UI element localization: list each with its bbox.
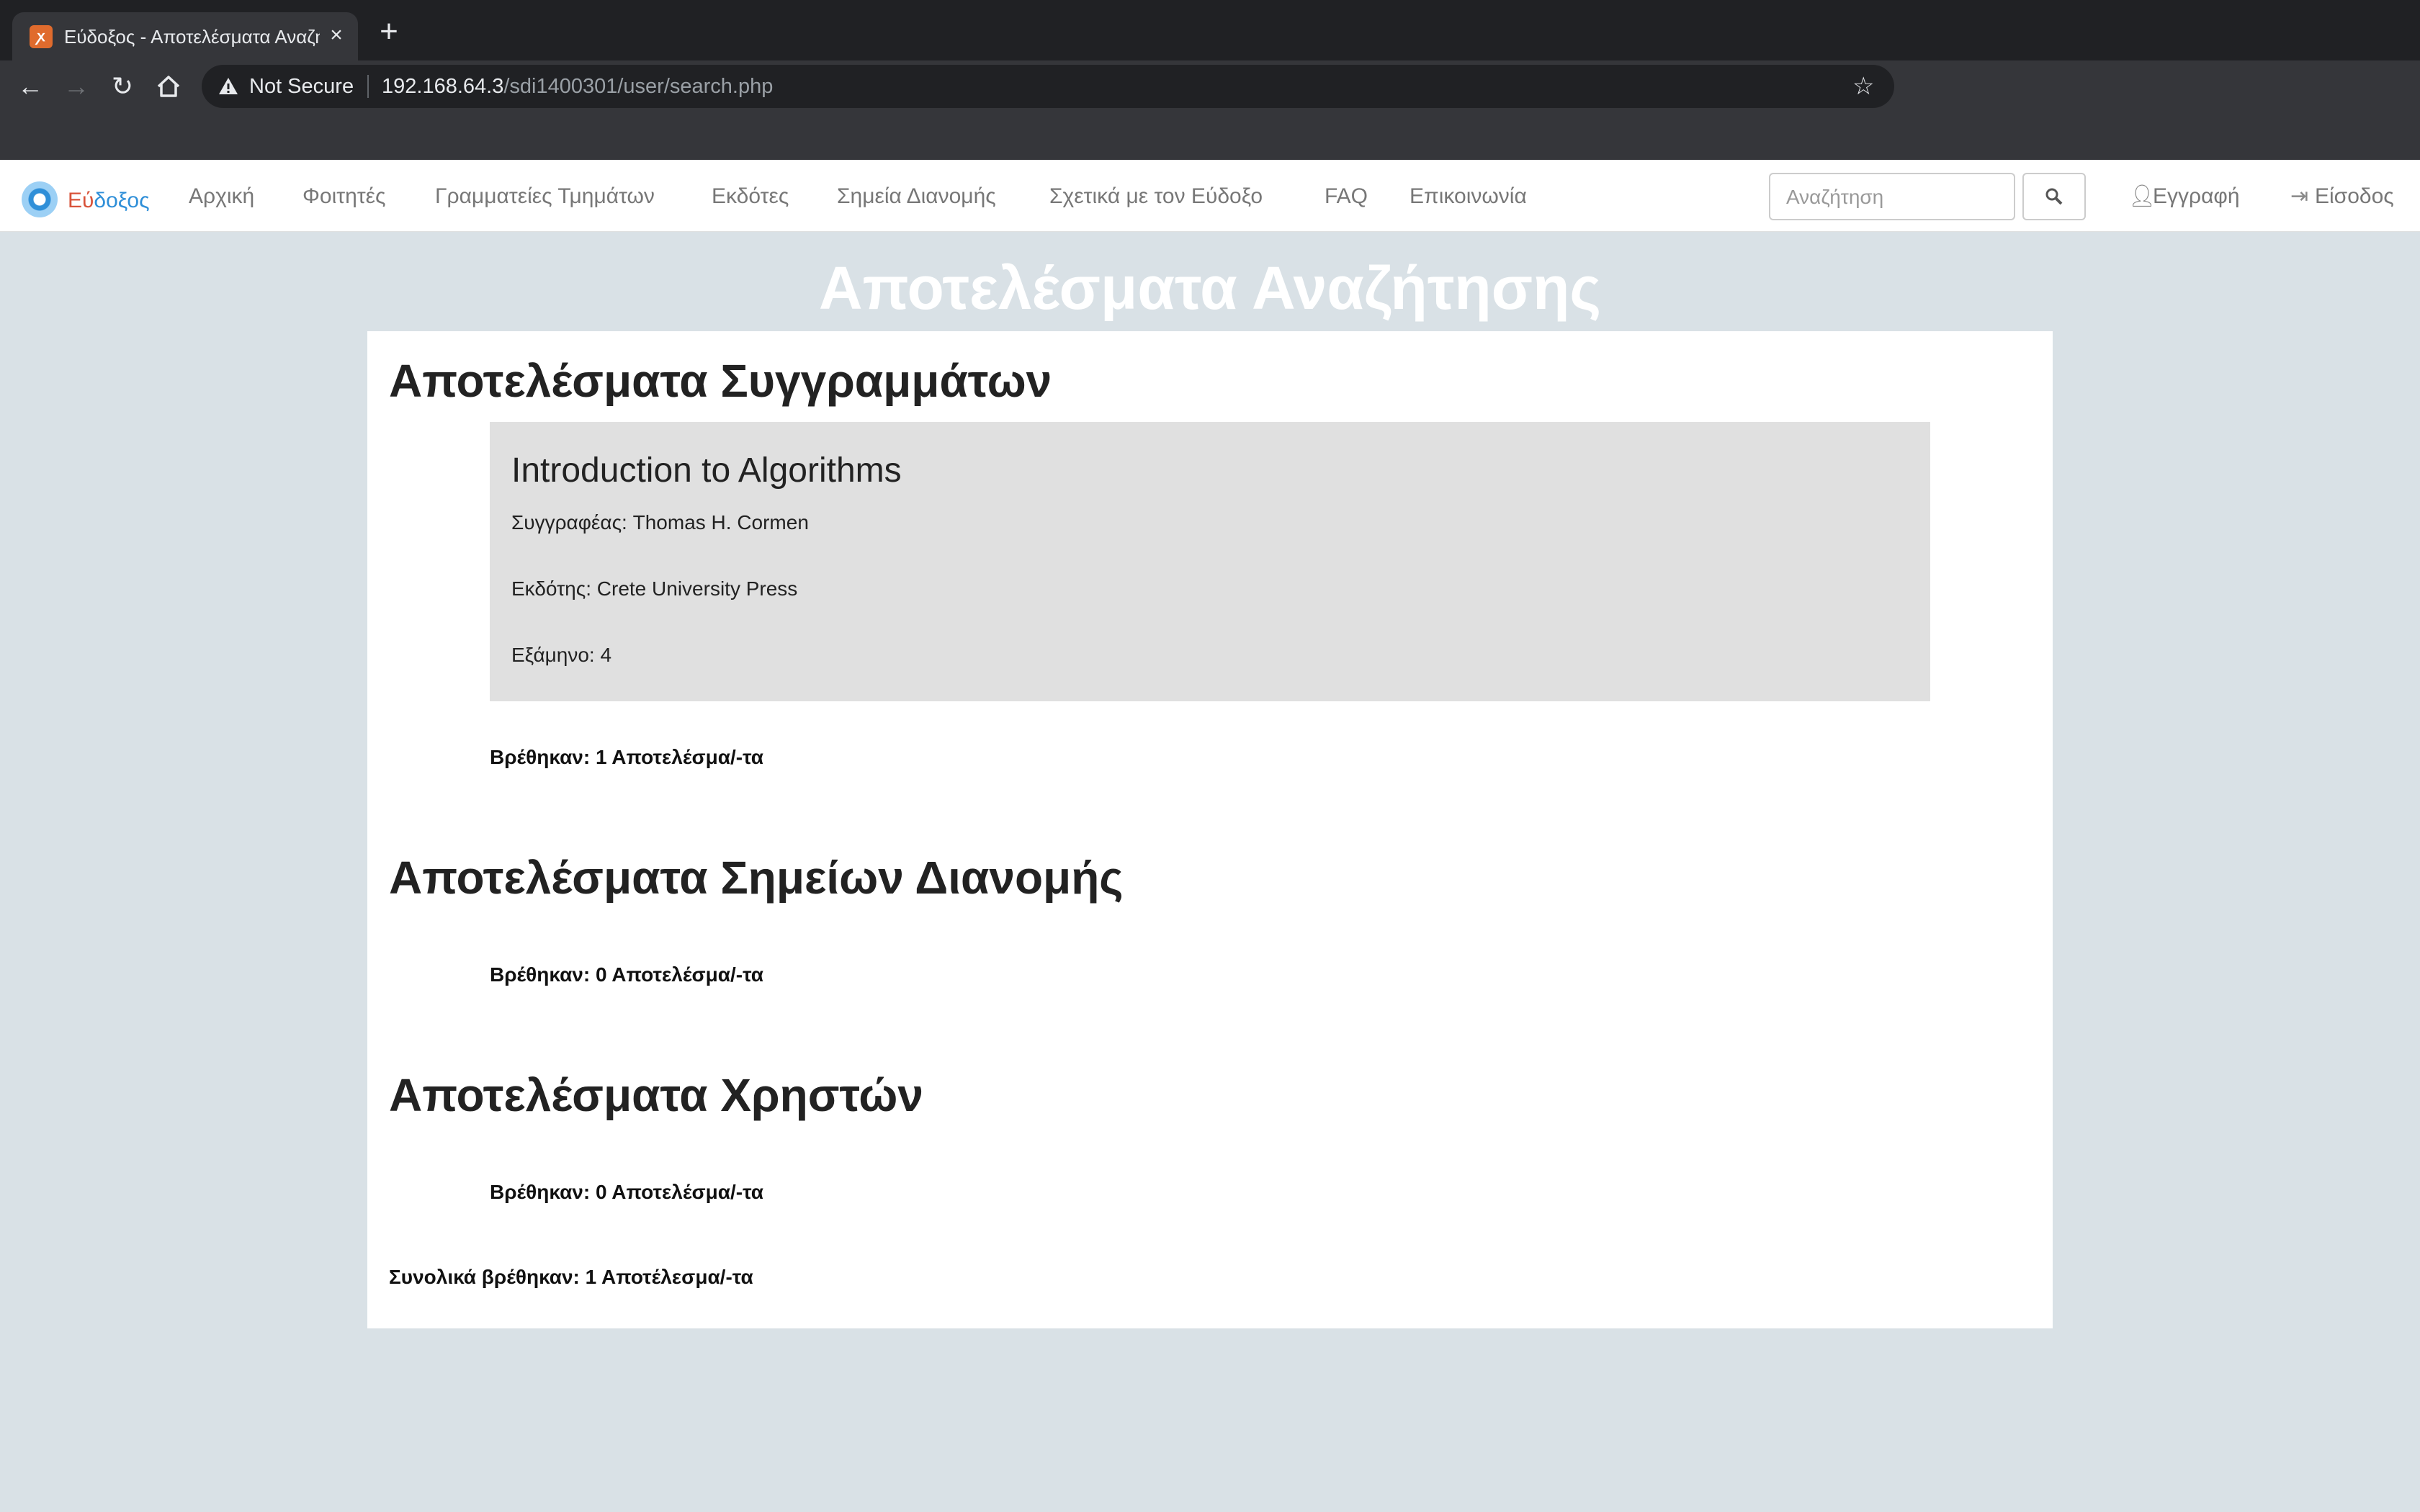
sign-in-icon: ⇥: [2290, 184, 2309, 208]
nav-contact[interactable]: Επικοινωνία: [1410, 184, 1527, 209]
new-tab-icon[interactable]: +: [375, 16, 403, 48]
search-placeholder: Αναζήτηση: [1786, 186, 1884, 208]
url-path: /sdi1400301/user/search.php: [503, 75, 774, 98]
close-tab-icon[interactable]: ×: [323, 22, 349, 48]
reload-icon[interactable]: ↻: [107, 71, 138, 102]
nav-secretariats[interactable]: Γραμματείες Τμημάτων: [435, 184, 655, 209]
url-text[interactable]: 192.168.64.3/sdi1400301/user/search.php: [382, 75, 773, 98]
url-host: 192.168.64.3: [382, 75, 504, 98]
nav-students[interactable]: Φοιτητές: [302, 184, 386, 209]
search-button[interactable]: [2022, 173, 2086, 220]
nav-publishers[interactable]: Εκδότες: [712, 184, 789, 209]
xampp-favicon-icon: ꭗ: [30, 25, 53, 48]
book-result-card[interactable]: Introduction to Algorithms Συγγραφέας: T…: [490, 422, 1930, 701]
magnifier-icon: [2045, 188, 2063, 205]
books-section-title: Αποτελέσματα Συγγραμμάτων: [389, 355, 1052, 407]
bookmark-star-icon[interactable]: ☆: [1852, 73, 1874, 99]
books-result-count: Βρέθηκαν: 1 Αποτελέσμα/-τα: [490, 746, 764, 768]
back-arrow-icon[interactable]: ←: [14, 71, 46, 102]
users-section-title: Αποτελέσματα Χρηστών: [389, 1069, 923, 1121]
users-result-count: Βρέθηκαν: 0 Αποτελέσμα/-τα: [490, 1181, 764, 1203]
search-input[interactable]: Αναζήτηση: [1769, 173, 2015, 220]
nav-faq[interactable]: FAQ: [1325, 184, 1368, 209]
page-title: Αποτελέσματα Αναζήτησης: [818, 254, 1602, 322]
browser-tab[interactable]: ꭗ Εύδοξος - Αποτελέσματα Αναζήτησης ×: [12, 12, 358, 60]
register-link[interactable]: 👤︎Εγγραφή: [2128, 184, 2240, 209]
results-panel: Αποτελέσματα Συγγραμμάτων Introduction t…: [367, 331, 2053, 1328]
omnibox-divider: [367, 75, 369, 98]
address-bar[interactable]: Not Secure 192.168.64.3/sdi1400301/user/…: [202, 65, 1894, 108]
points-section-title: Αποτελέσματα Σημείων Διανομής: [389, 852, 1124, 904]
login-link[interactable]: ⇥ Είσοδος: [2290, 184, 2394, 209]
nav-home[interactable]: Αρχική: [189, 184, 254, 209]
user-icon: 👤︎: [2128, 184, 2156, 208]
nav-distribution-points[interactable]: Σημεία Διανομής: [837, 184, 996, 209]
book-publisher: Εκδότης: Crete University Press: [511, 577, 798, 600]
book-author: Συγγραφέας: Thomas H. Cormen: [511, 511, 809, 534]
security-label[interactable]: Not Secure: [249, 75, 354, 98]
nav-about[interactable]: Σχετικά με τον Εύδοξο: [1049, 184, 1263, 209]
brand-name: Εύδοξος: [68, 189, 150, 212]
eudoxus-logo-icon: [22, 181, 58, 217]
points-result-count: Βρέθηκαν: 0 Αποτελέσμα/-τα: [490, 963, 764, 986]
home-icon[interactable]: [153, 71, 184, 102]
tab-title: Εύδοξος - Αποτελέσματα Αναζήτησης: [64, 26, 320, 48]
site-navbar: Εύδοξος Αρχική Φοιτητές Γραμματείες Τμημ…: [0, 160, 2420, 232]
browser-tab-strip: ꭗ Εύδοξος - Αποτελέσματα Αναζήτησης × +: [0, 0, 2420, 60]
book-semester: Εξάμηνο: 4: [511, 644, 612, 666]
book-title: Introduction to Algorithms: [511, 451, 902, 490]
warning-icon: [219, 78, 238, 94]
forward-arrow-icon[interactable]: →: [60, 71, 92, 102]
total-result-count: Συνολικά βρέθηκαν: 1 Αποτέλεσμα/-τα: [389, 1266, 753, 1288]
